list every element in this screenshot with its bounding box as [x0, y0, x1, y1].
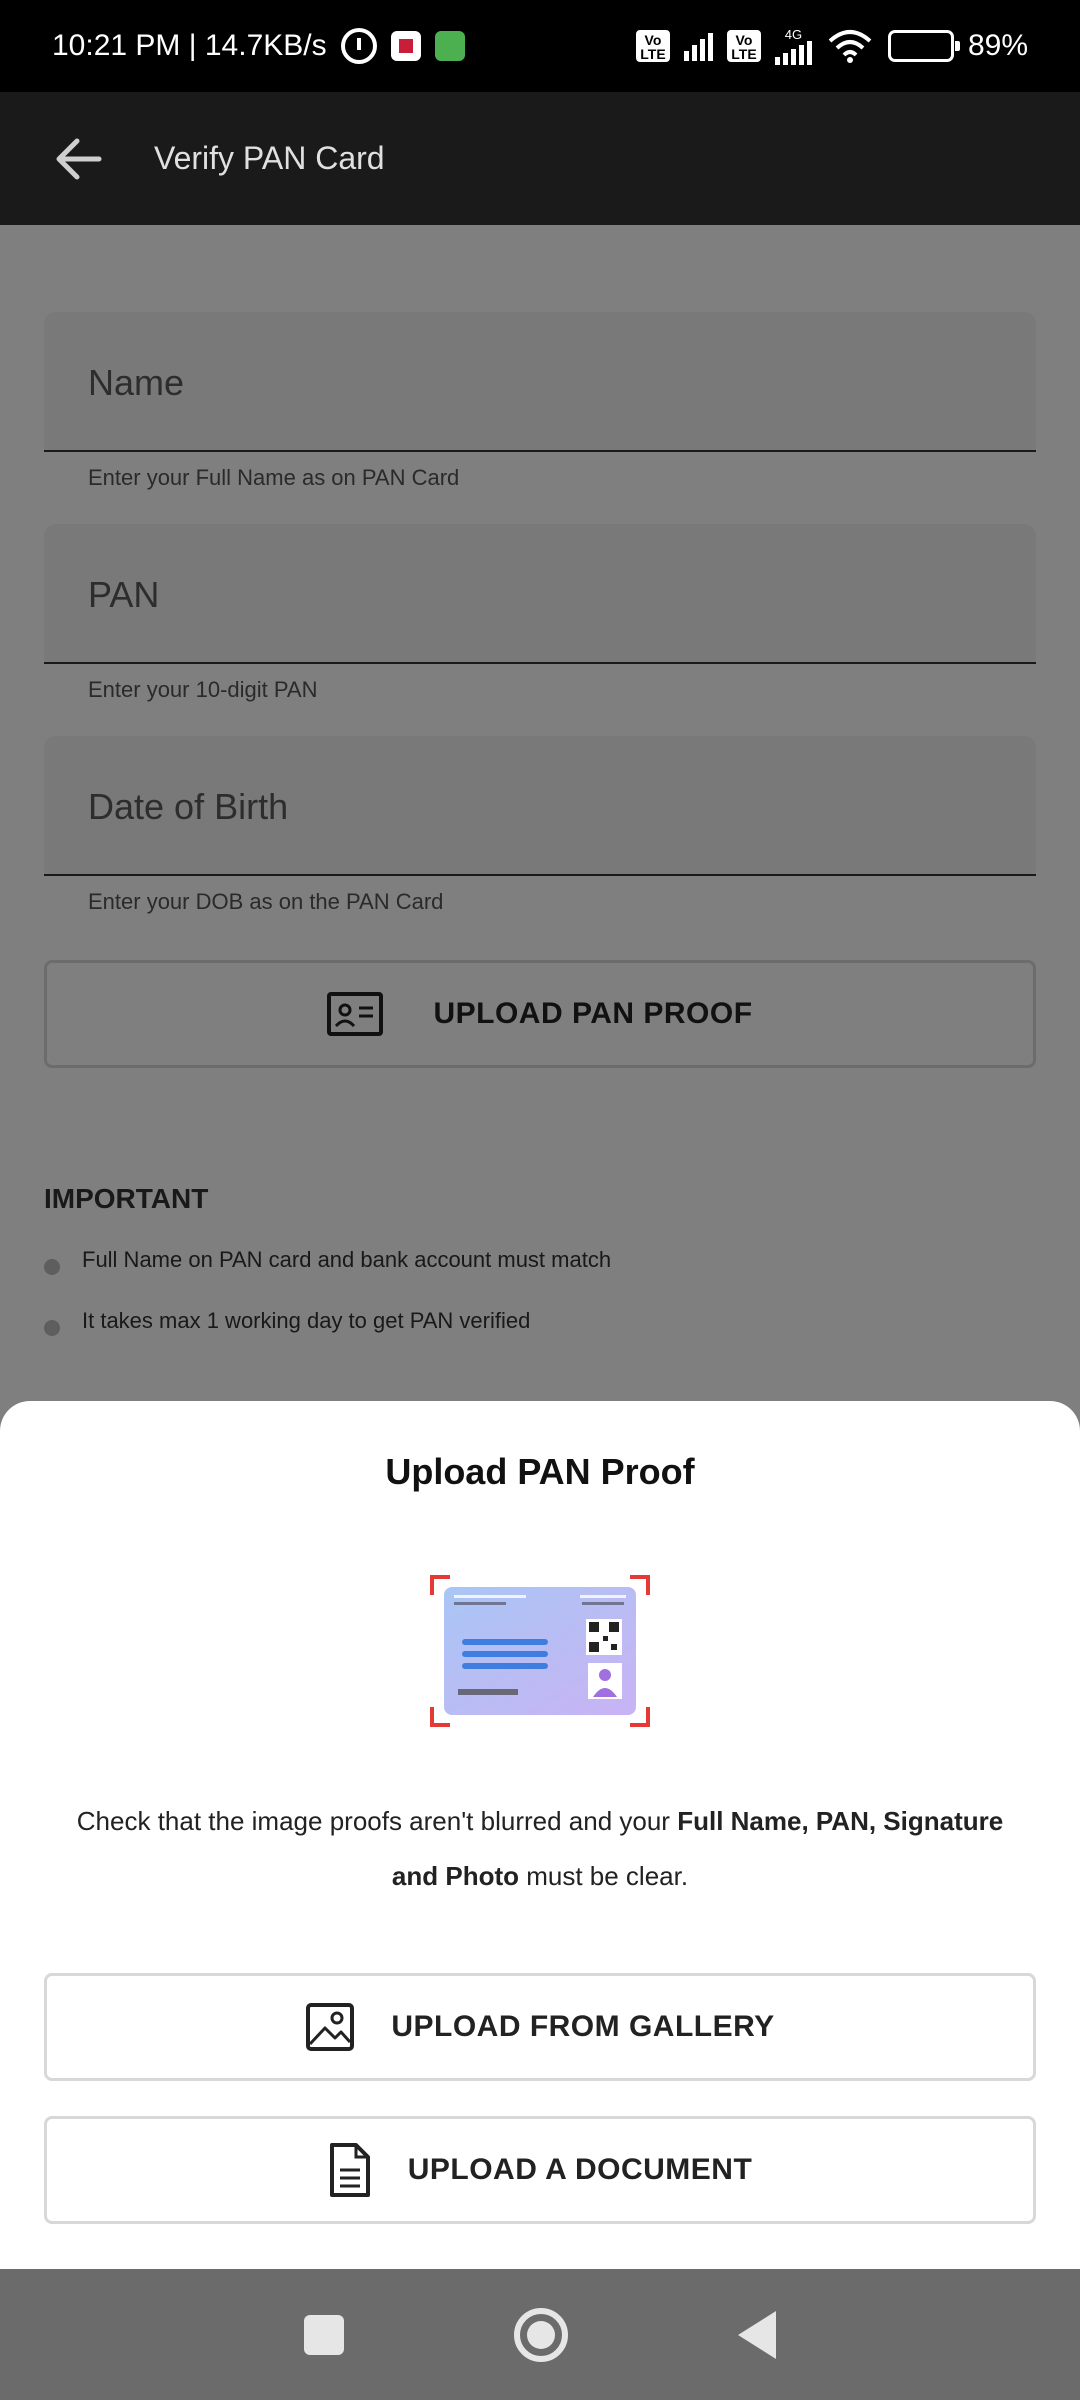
wifi-icon: [828, 30, 872, 63]
signal-icon: [683, 31, 713, 61]
status-right: Vo LTE Vo LTE 4G 89%: [635, 26, 1028, 65]
upload-document-label: UPLOAD A DOCUMENT: [407, 2153, 753, 2186]
arrow-left-icon: [56, 138, 102, 179]
signal-4g-group: 4G: [774, 26, 812, 65]
home-icon: [527, 2320, 555, 2349]
network-type: 4G: [784, 26, 803, 42]
signal-icon-2: [774, 40, 812, 65]
upload-from-gallery-label: UPLOAD FROM GALLERY: [391, 2010, 775, 2043]
sheet-description: Check that the image proofs aren't blurr…: [60, 1794, 1020, 1904]
desc-text-2: must be clear.: [519, 1861, 689, 1891]
status-time-speed: 10:21 PM | 14.7KB/s: [52, 29, 327, 62]
system-back-button[interactable]: [738, 2310, 776, 2359]
sheet-title: Upload PAN Proof: [385, 1451, 695, 1492]
notification-app-icon: [390, 31, 421, 61]
upload-document-button[interactable]: UPLOAD A DOCUMENT: [44, 2116, 1036, 2224]
document-icon: [329, 2143, 370, 2197]
app-bar: Verify PAN Card: [0, 92, 1080, 225]
android-icon: [434, 31, 465, 61]
back-button[interactable]: [28, 109, 128, 209]
battery-percent: 89%: [967, 29, 1028, 62]
upload-from-gallery-button[interactable]: UPLOAD FROM GALLERY: [44, 1973, 1036, 2081]
pan-card-illustration: [430, 1575, 650, 1727]
upload-pan-proof-sheet: Upload PAN Proof Check that the image pr…: [0, 1401, 1080, 2269]
home-button[interactable]: [514, 2307, 568, 2362]
volte-badge: Vo LTE: [635, 30, 670, 62]
system-nav-bar: [0, 2269, 1080, 2400]
desc-text-1: Check that the image proofs aren't blurr…: [76, 1806, 678, 1836]
recents-button[interactable]: [304, 2314, 344, 2355]
status-left: 10:21 PM | 14.7KB/s: [52, 28, 636, 64]
status-bar: 10:21 PM | 14.7KB/s Vo LTE Vo LTE 4G 89%: [0, 0, 1080, 92]
volte-badge-2: Vo LTE: [726, 30, 761, 62]
battery-icon: [887, 30, 960, 62]
image-icon: [306, 2003, 355, 2051]
page-title: Verify PAN Card: [154, 140, 385, 176]
alarm-icon: [340, 28, 377, 64]
